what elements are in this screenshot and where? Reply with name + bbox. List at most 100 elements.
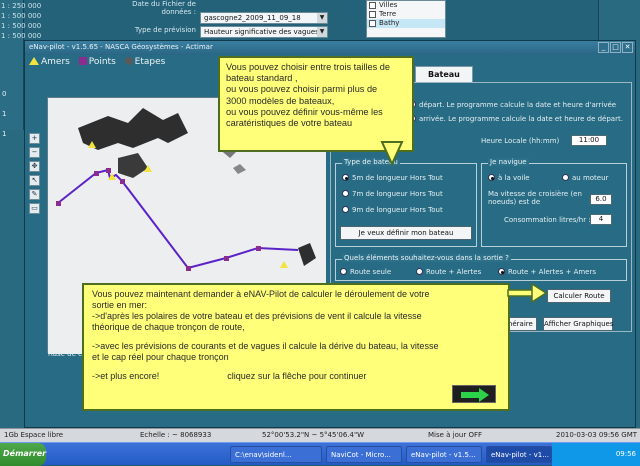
- next-arrow-button[interactable]: [452, 385, 496, 403]
- heure-input[interactable]: 11:00: [571, 135, 607, 146]
- vitesse-label: Ma vitesse de croisière (en noeuds) est …: [488, 190, 582, 206]
- element-option-route[interactable]: Route seule: [340, 268, 391, 276]
- boat-option-9m[interactable]: 9m de longueur Hors Tout: [342, 206, 443, 214]
- taskbar-item[interactable]: NaviCot - Micro...: [326, 446, 402, 463]
- fichier-select[interactable]: gascogne2_2009_11_09_18 ▼: [200, 12, 328, 24]
- tab-bateau[interactable]: Bateau: [415, 66, 473, 82]
- point-square-icon: [78, 57, 87, 65]
- scale-label: 1 : 500 000: [1, 32, 42, 40]
- map-toolbar: + − ✥ ↖ ✎ ▭: [29, 133, 41, 217]
- checkbox-icon[interactable]: [369, 20, 376, 27]
- radio-icon[interactable]: [488, 174, 495, 181]
- maj-status: Mise à jour OFF: [428, 431, 483, 439]
- windows-taskbar: Démarrer C:\enav\sidenl... NaviCot - Mic…: [0, 442, 640, 466]
- zoom-in-icon[interactable]: +: [29, 133, 40, 144]
- element-option-amers[interactable]: Route + Alertes + Amers: [498, 268, 596, 276]
- type-bateau-group: Type de bateau 5m de longueur Hors Tout …: [335, 158, 477, 247]
- define-boat-button[interactable]: Je veux définir mon bateau: [340, 226, 472, 240]
- radio-icon[interactable]: [342, 174, 349, 181]
- coords-readout: 52°00'53.2"N ~ 5°45'06.4"W: [262, 431, 365, 439]
- radio-icon[interactable]: [340, 268, 347, 275]
- scale-label: 1 : 250 000: [1, 2, 42, 10]
- prevision-select[interactable]: Hauteur significative des vagues (Hs) ▼: [200, 26, 328, 38]
- clock[interactable]: 09:56: [616, 450, 636, 458]
- afficher-graphiques-button[interactable]: Afficher Graphiques: [543, 317, 614, 331]
- maximize-icon[interactable]: □: [610, 42, 621, 53]
- legend-points[interactable]: Points: [78, 57, 116, 67]
- pencil-icon[interactable]: ✎: [29, 189, 40, 200]
- left-rail: 0 1 1: [0, 90, 24, 430]
- radio-icon[interactable]: [562, 174, 569, 181]
- waypoint[interactable]: [94, 171, 99, 176]
- taskbar-item[interactable]: C:\enav\sidenl...: [230, 446, 322, 463]
- tutorial-callout-boat: Vous pouvez choisir entre trois tailles …: [218, 56, 414, 152]
- legend-etapes[interactable]: Etapes: [124, 57, 165, 67]
- tutorial-callout-calc: Vous pouvez maintenant demander à eNAV-P…: [82, 283, 510, 411]
- layer-item-bathy[interactable]: Bathy: [367, 19, 445, 28]
- taskbar-item[interactable]: eNav-pilot - v1.5...: [406, 446, 482, 463]
- rail-number: 1: [2, 130, 7, 138]
- callout-arrow: [507, 282, 548, 304]
- navigue-legend: Je navigue: [488, 158, 529, 166]
- checkbox-icon[interactable]: [369, 11, 376, 18]
- select-icon[interactable]: ↖: [29, 175, 40, 186]
- status-bar: 1Gb Espace libre Echelle : ~ 8068933 52°…: [0, 428, 640, 442]
- layer-item-terre[interactable]: Terre: [367, 10, 445, 19]
- window-titlebar[interactable]: eNav-pilot - v1.5.65 - NASCA Géosystèmes…: [25, 41, 635, 55]
- fichier-value: gascogne2_2009_11_09_18: [204, 14, 301, 22]
- arrow-right-icon: [461, 388, 489, 402]
- system-tray: 09:56: [552, 443, 640, 466]
- vitesse-input[interactable]: 6.0: [590, 194, 612, 205]
- waypoint[interactable]: [56, 201, 61, 206]
- layers-list[interactable]: Villes Terre Bathy: [366, 0, 446, 38]
- moteur-option[interactable]: au moteur: [562, 174, 608, 182]
- scale-label: 1 : 500 000: [1, 12, 42, 20]
- start-button[interactable]: Démarrer: [0, 443, 46, 466]
- amer-triangle-icon: [29, 57, 39, 65]
- heure-label: Heure Locale (hh:mm): [481, 137, 560, 145]
- waypoint[interactable]: [120, 179, 125, 184]
- scale-label: 1 : 500 000: [1, 22, 42, 30]
- navigue-group: Je navigue à la voile au moteur Ma vites…: [481, 158, 627, 247]
- boat-option-7m[interactable]: 7m de longueur Hors Tout: [342, 190, 443, 198]
- legend-amers[interactable]: Amers: [29, 57, 70, 67]
- fichier-label: Date du Fichier de données :: [132, 0, 196, 16]
- close-icon[interactable]: ✕: [622, 42, 633, 53]
- prevision-value: Hauteur significative des vagues (Hs): [204, 28, 328, 36]
- rail-number: 0: [2, 90, 7, 98]
- radio-icon[interactable]: [342, 190, 349, 197]
- calculer-route-button[interactable]: Calculer Route: [547, 289, 611, 303]
- echelle-readout: Echelle : ~ 8068933: [140, 431, 212, 439]
- radio-icon[interactable]: [498, 268, 505, 275]
- tab-bar: Bateau: [415, 66, 475, 82]
- waypoint[interactable]: [186, 266, 191, 271]
- arrivee-radio-text[interactable]: arrivée. Le programme calcule la date et…: [409, 115, 623, 123]
- depart-radio-text[interactable]: départ. Le programme calcule la date et …: [409, 101, 616, 109]
- element-option-alertes[interactable]: Route + Alertes: [416, 268, 481, 276]
- voile-option[interactable]: à la voile: [488, 174, 530, 182]
- checkbox-icon[interactable]: [369, 2, 376, 9]
- ruler-icon[interactable]: ▭: [29, 203, 40, 214]
- etape-dot-icon: [124, 57, 133, 65]
- taskbar-item[interactable]: eNav-pilot - v1...: [486, 446, 552, 463]
- callout-pointer: [380, 141, 404, 166]
- waypoint[interactable]: [224, 256, 229, 261]
- boat-option-5m[interactable]: 5m de longueur Hors Tout: [342, 174, 443, 182]
- prevision-label: Type de prévision: [134, 26, 196, 34]
- free-space: 1Gb Espace libre: [4, 431, 64, 439]
- radio-icon[interactable]: [416, 268, 423, 275]
- waypoint[interactable]: [106, 168, 111, 173]
- minimize-icon[interactable]: _: [598, 42, 609, 53]
- rail-number: 1: [2, 110, 7, 118]
- layer-item-villes[interactable]: Villes: [367, 1, 445, 10]
- conso-input[interactable]: 4: [590, 214, 612, 225]
- map-legend: Amers Points Etapes: [29, 57, 219, 73]
- pan-icon[interactable]: ✥: [29, 161, 40, 172]
- waypoint[interactable]: [256, 246, 261, 251]
- chevron-down-icon: ▼: [317, 27, 327, 37]
- radio-icon[interactable]: [342, 206, 349, 213]
- conso-label: Consommation litres/hr :: [504, 216, 591, 224]
- window-controls: _ □ ✕: [597, 42, 633, 53]
- zoom-out-icon[interactable]: −: [29, 147, 40, 158]
- chevron-down-icon: ▼: [317, 13, 327, 23]
